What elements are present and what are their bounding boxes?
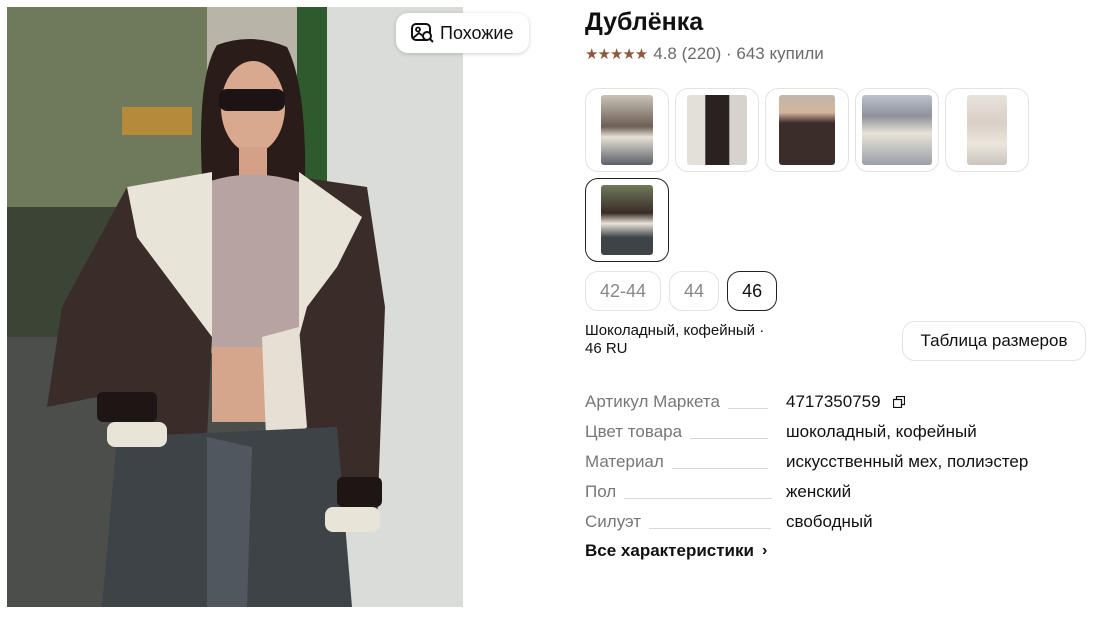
similar-button[interactable]: Похожие bbox=[396, 13, 529, 53]
all-specs-link[interactable]: Все характеристики › bbox=[585, 541, 767, 561]
image-search-icon bbox=[411, 23, 434, 43]
product-rating[interactable]: ★★★★★ 4.8 (220) · 643 купили bbox=[585, 44, 824, 64]
spec-row: Силуэт свободный bbox=[585, 507, 1085, 537]
rating-stars-icon: ★★★★★ bbox=[585, 46, 648, 63]
rating-text: 4.8 (220) · 643 купили bbox=[653, 44, 824, 63]
copy-icon[interactable] bbox=[892, 396, 905, 408]
size-table-button[interactable]: Таблица размеров bbox=[902, 321, 1086, 361]
thumbnail-2[interactable] bbox=[675, 88, 759, 172]
thumbnail-image bbox=[601, 95, 653, 165]
size-selector: 42-44 44 46 bbox=[585, 271, 778, 311]
spec-leader bbox=[624, 497, 773, 499]
size-option[interactable]: 44 bbox=[669, 271, 720, 311]
thumbnail-3[interactable] bbox=[765, 88, 849, 172]
spec-leader bbox=[649, 527, 772, 529]
spec-row: Цвет товара шоколадный, кофейный bbox=[585, 417, 1085, 447]
spec-name: Артикул Маркета bbox=[585, 392, 720, 411]
thumbnail-image bbox=[779, 95, 835, 165]
size-option[interactable]: 42-44 bbox=[585, 271, 662, 311]
spec-value: искусственный мех, полиэстер bbox=[786, 452, 1029, 471]
spec-value: шоколадный, кофейный bbox=[786, 422, 977, 441]
thumbnail-image bbox=[967, 95, 1007, 165]
spec-name: Силуэт bbox=[585, 512, 642, 531]
thumbnail-image bbox=[862, 95, 932, 165]
all-specs-label: Все характеристики bbox=[585, 541, 754, 560]
thumbnail-image bbox=[687, 95, 747, 165]
spec-row: Материал искусственный мех, полиэстер bbox=[585, 447, 1085, 477]
size-option-selected[interactable]: 46 bbox=[727, 271, 778, 311]
variant-size: 46 RU bbox=[585, 340, 628, 357]
spec-leader bbox=[671, 467, 768, 469]
spec-value: женский bbox=[786, 482, 852, 501]
spec-leader bbox=[727, 407, 768, 409]
thumbnail-4[interactable] bbox=[855, 88, 939, 172]
variant-color: Шоколадный, кофейный · bbox=[585, 322, 765, 339]
article-number: 4717350759 bbox=[786, 392, 881, 411]
main-product-photo[interactable] bbox=[7, 7, 463, 607]
spec-row: Пол женский bbox=[585, 477, 1085, 507]
spec-row: Артикул Маркета 4717350759 bbox=[585, 387, 1085, 417]
spec-name: Пол bbox=[585, 482, 617, 501]
spec-value: свободный bbox=[786, 512, 873, 531]
chevron-right-icon: › bbox=[761, 542, 768, 559]
thumbnail-image bbox=[601, 185, 653, 255]
specs-list: Артикул Маркета 4717350759 Цвет товара ш… bbox=[585, 387, 1085, 537]
thumbnail-6[interactable] bbox=[585, 178, 669, 262]
product-title: Дублёнка bbox=[585, 8, 704, 36]
thumbnail-1[interactable] bbox=[585, 88, 669, 172]
thumbnail-5[interactable] bbox=[945, 88, 1029, 172]
spec-value: 4717350759 bbox=[786, 392, 905, 412]
variant-description: Шоколадный, кофейный · 46 RU bbox=[585, 322, 785, 358]
spec-name: Цвет товара bbox=[585, 422, 683, 441]
similar-button-label: Похожие bbox=[440, 22, 514, 43]
spec-name: Материал bbox=[585, 452, 664, 471]
spec-leader bbox=[690, 437, 769, 439]
